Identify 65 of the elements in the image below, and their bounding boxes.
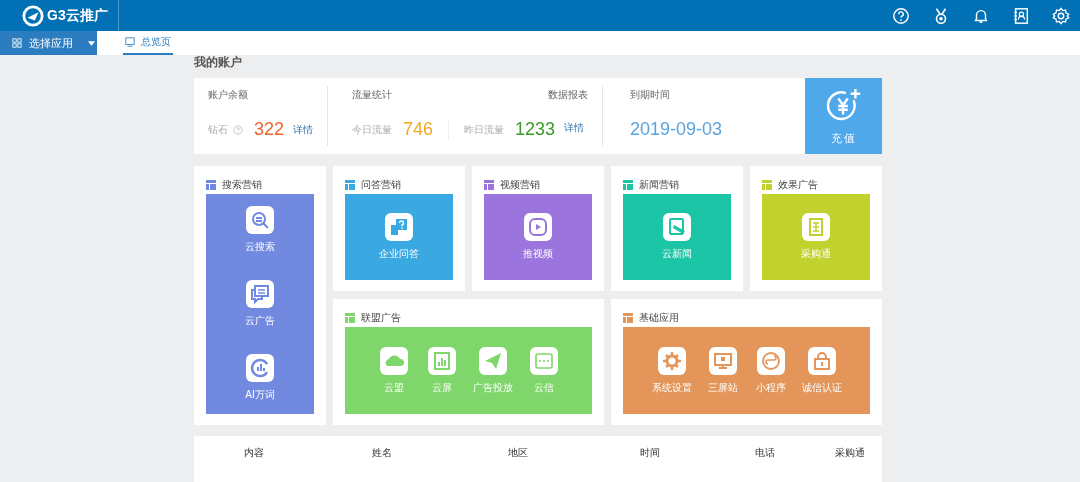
- app-shortcut[interactable]: AI万词: [243, 354, 277, 402]
- grid-icon: [12, 38, 22, 48]
- yesterday-traffic-value: 1233: [515, 119, 556, 140]
- logo-text: G3云推广: [47, 6, 108, 25]
- column-header: 地区: [507, 446, 529, 460]
- gear-icon: [657, 346, 686, 375]
- app-shortcut[interactable]: 三屏站: [705, 346, 740, 395]
- logo-icon: [22, 4, 44, 27]
- column-header: 内容: [243, 446, 265, 460]
- question-chat-icon: [385, 213, 413, 241]
- app-shortcut[interactable]: 广告投放: [472, 346, 513, 395]
- column-header: 采购通: [833, 446, 866, 460]
- diamond-count: 322: [253, 119, 284, 140]
- section-title: 搜索营销: [222, 177, 262, 192]
- column-header: 时间: [638, 446, 661, 460]
- app-shortcut[interactable]: 推视频: [521, 213, 555, 261]
- details-link[interactable]: 详情: [293, 122, 313, 137]
- app-shortcut[interactable]: 系统设置: [651, 346, 692, 395]
- yesterday-traffic-label: 昨日流量: [464, 122, 505, 137]
- app-shortcut[interactable]: 云广告: [243, 280, 277, 328]
- monitor-icon: [708, 346, 737, 375]
- app-shortcut[interactable]: 云屏: [424, 346, 459, 395]
- column-header: 电话: [753, 446, 776, 460]
- app-shortcut[interactable]: 采购通: [799, 213, 833, 261]
- bar-chart-icon: [427, 346, 456, 375]
- monitor-icon: [125, 37, 135, 47]
- app-menu-button[interactable]: 选择应用: [0, 31, 97, 55]
- tab[interactable]: 总览页: [123, 31, 173, 55]
- section-title: 问答营销: [361, 177, 401, 192]
- chat-icon: [246, 280, 274, 308]
- app-shortcut[interactable]: 诚信认证: [801, 346, 842, 395]
- today-traffic-label: 今日流量: [352, 122, 392, 137]
- clipboard-icon: [802, 213, 830, 241]
- lock-icon: [807, 346, 836, 375]
- app-shortcut[interactable]: 小程序: [753, 346, 788, 395]
- expiry-date: 2019-09-03: [630, 119, 723, 140]
- section-title: 基础应用: [639, 310, 679, 325]
- magnifier-icon: [246, 206, 274, 234]
- chart-ring-icon: [246, 354, 274, 382]
- column-header: 姓名: [370, 446, 393, 460]
- settings-icon[interactable]: [1052, 6, 1070, 25]
- report-link[interactable]: 数据报表: [548, 88, 588, 102]
- app-shortcut[interactable]: 云新闻: [660, 213, 694, 261]
- app-shortcut[interactable]: 云信: [526, 346, 561, 395]
- contacts-icon[interactable]: [1012, 6, 1030, 25]
- app-shortcut[interactable]: 云盟: [376, 346, 411, 395]
- recharge-button[interactable]: 充值: [805, 78, 882, 154]
- section-title: 视频营销: [500, 177, 540, 192]
- section-title: 联盟广告: [361, 310, 401, 325]
- message-icon: [529, 346, 558, 375]
- section-title: 我的账户: [194, 55, 243, 71]
- balance-label: 账户余额: [208, 88, 249, 102]
- caret-icon: [88, 40, 95, 46]
- paper-plane-icon: [478, 346, 507, 375]
- diamond-label: 钻石: [208, 122, 228, 137]
- app-shortcut[interactable]: 云搜索: [243, 206, 277, 254]
- section-title: 新闻营销: [639, 177, 679, 192]
- app-shortcut[interactable]: 企业问答: [379, 213, 419, 261]
- traffic-label: 流量统计: [352, 88, 392, 102]
- details-link[interactable]: 详情: [564, 121, 585, 135]
- cloud-icon: [379, 346, 408, 375]
- play-icon: [524, 213, 552, 241]
- section-title: 效果广告: [778, 177, 818, 192]
- today-traffic-value: 746: [403, 119, 434, 140]
- expiry-label: 到期时间: [630, 88, 671, 102]
